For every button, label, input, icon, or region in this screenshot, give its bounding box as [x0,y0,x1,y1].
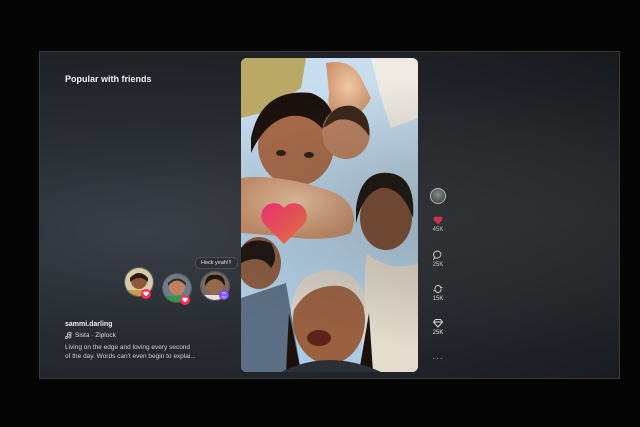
post-caption: sammi.darling Sista · Ziplock Living on … [65,321,235,361]
friend-3-repost-badge [219,290,229,300]
like-count: 45K [432,227,444,233]
repost-icon [221,292,227,298]
comment-count: 25K [432,262,444,268]
more-dots-icon: ··· [432,354,444,363]
post-song[interactable]: Sista · Ziplock [65,332,235,339]
post-description: Living on the edge and loving every seco… [65,343,235,361]
comment-icon [433,250,442,260]
gem-share-icon [433,319,443,328]
share-button[interactable]: 25K [428,318,448,336]
friend-comment-bubble: Heck yeah!!! [195,257,238,269]
heart-icon [143,291,149,297]
creator-avatar [430,188,446,204]
section-title: Popular with friends [65,74,152,84]
heart-icon [433,216,443,225]
more-options-button[interactable]: ··· [428,348,448,366]
tv-screen: Popular with friends Heck yeah!!! 45K 25… [39,51,620,379]
music-note-icon [65,332,72,339]
comment-button[interactable]: 25K [428,250,448,268]
like-button[interactable]: 45K [428,216,448,233]
share-count: 25K [432,330,444,336]
repost-icon [433,284,443,294]
post-description-line-2: of the day. Words can't even begin to ex… [65,353,196,360]
post-description-line-1: Living on the edge and loving every seco… [65,344,191,351]
like-heart-animation-icon [261,203,307,244]
repost-count: 15K [432,296,444,302]
friend-2-like-badge [180,295,190,305]
friend-1-like-badge [141,289,151,299]
video-player[interactable] [241,58,418,372]
post-username[interactable]: sammi.darling [65,321,235,328]
heart-icon [182,297,188,303]
creator-avatar-button[interactable] [428,188,448,204]
song-label: Sista · Ziplock [75,332,116,339]
repost-button[interactable]: 15K [428,284,448,302]
